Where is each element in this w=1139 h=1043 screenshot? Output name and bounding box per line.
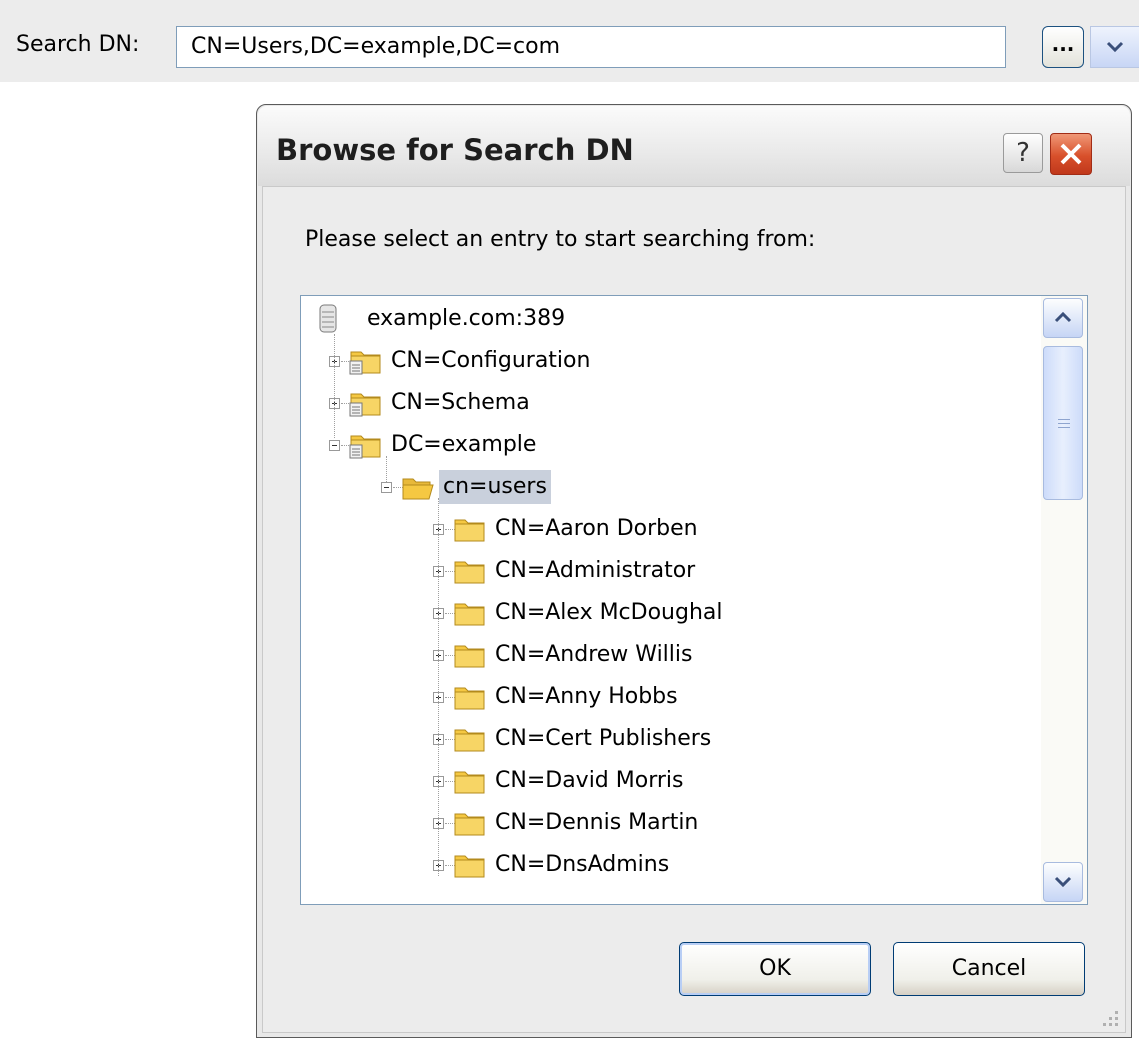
tree-item[interactable]: CN=DnsAdmins <box>433 848 673 884</box>
tree-scrollbar[interactable] <box>1041 296 1087 904</box>
search-dn-label: Search DN: <box>16 32 140 57</box>
close-button[interactable] <box>1050 133 1092 175</box>
tree-item-label: cn=users <box>439 470 551 504</box>
search-dn-input[interactable]: CN=Users,DC=example,DC=com <box>176 26 1006 68</box>
collapse-toggle-icon[interactable] <box>381 482 392 493</box>
tree-root[interactable]: example.com:389 <box>317 302 569 338</box>
folder-icon <box>454 729 485 752</box>
tree-item[interactable]: CN=Cert Publishers <box>433 722 715 758</box>
folder-icon <box>454 813 485 836</box>
tree-item-label: CN=Andrew Willis <box>495 642 693 667</box>
ldap-tree[interactable]: example.com:389 CN=Configuration CN=Schem… <box>300 295 1088 905</box>
browse-dialog: Browse for Search DN ? Please select an … <box>256 104 1132 1038</box>
scroll-thumb[interactable] <box>1043 346 1083 500</box>
dialog-titlebar[interactable]: Browse for Search DN ? <box>258 106 1130 186</box>
tree-item[interactable]: CN=Aaron Dorben <box>433 512 702 548</box>
cancel-button[interactable]: Cancel <box>893 942 1085 996</box>
help-button[interactable]: ? <box>1003 133 1043 173</box>
tree-item-label: CN=Aaron Dorben <box>495 516 698 541</box>
tree-item[interactable]: CN=Andrew Willis <box>433 638 696 674</box>
search-dn-bar: Search DN: CN=Users,DC=example,DC=com ..… <box>0 0 1139 82</box>
search-dn-dropdown-button[interactable] <box>1090 26 1139 68</box>
tree-item[interactable]: CN=Alex McDoughal <box>433 596 727 632</box>
tree-item-label: CN=Cert Publishers <box>495 726 712 751</box>
folder-icon <box>454 645 485 668</box>
open-folder-icon <box>402 478 434 500</box>
container-icon <box>349 435 381 459</box>
tree-item[interactable]: CN=David Morris <box>433 764 687 800</box>
tree-item-label: CN=Configuration <box>391 348 591 373</box>
tree-item-label: CN=DnsAdmins <box>495 852 670 877</box>
tree-item[interactable]: CN=Administrator <box>433 554 699 590</box>
tree-item-label: CN=Dennis Martin <box>495 810 699 835</box>
tree-item-label: CN=David Morris <box>495 768 684 793</box>
close-icon <box>1060 143 1082 165</box>
tree-item-label: CN=Schema <box>391 390 530 415</box>
tree-item-label: CN=Anny Hobbs <box>495 684 678 709</box>
browse-button[interactable]: ... <box>1042 26 1084 68</box>
tree-root-label: example.com:389 <box>367 306 566 331</box>
tree-item-label: CN=Alex McDoughal <box>495 600 723 625</box>
chevron-down-icon <box>1106 41 1124 53</box>
tree-item[interactable]: CN=Dennis Martin <box>433 806 702 842</box>
folder-icon <box>454 603 485 626</box>
dialog-title: Browse for Search DN <box>276 133 634 167</box>
resize-grip-icon[interactable] <box>1097 1005 1121 1029</box>
chevron-down-icon <box>1054 876 1072 888</box>
folder-icon <box>454 561 485 584</box>
dialog-body: Please select an entry to start searchin… <box>262 186 1126 1033</box>
container-icon <box>349 351 381 375</box>
scroll-down-button[interactable] <box>1043 862 1083 902</box>
tree-item[interactable]: CN=Anny Hobbs <box>433 680 682 716</box>
folder-icon <box>454 855 485 878</box>
tree-item[interactable]: CN=Schema <box>329 386 534 422</box>
scroll-up-button[interactable] <box>1043 298 1083 338</box>
chevron-up-icon <box>1054 311 1072 323</box>
dialog-prompt: Please select an entry to start searchin… <box>305 227 816 252</box>
server-icon <box>319 304 337 333</box>
ok-button[interactable]: OK <box>679 942 871 996</box>
tree-item-label: DC=example <box>391 432 537 457</box>
tree-item-label: CN=Administrator <box>495 558 696 583</box>
tree-item[interactable]: CN=Configuration <box>329 344 594 380</box>
tree-item[interactable]: cn=users <box>381 470 551 506</box>
collapse-toggle-icon[interactable] <box>329 440 340 451</box>
container-icon <box>349 393 381 417</box>
tree-item[interactable]: DC=example <box>329 428 540 464</box>
folder-icon <box>454 519 485 542</box>
folder-icon <box>454 771 485 794</box>
folder-icon <box>454 687 485 710</box>
